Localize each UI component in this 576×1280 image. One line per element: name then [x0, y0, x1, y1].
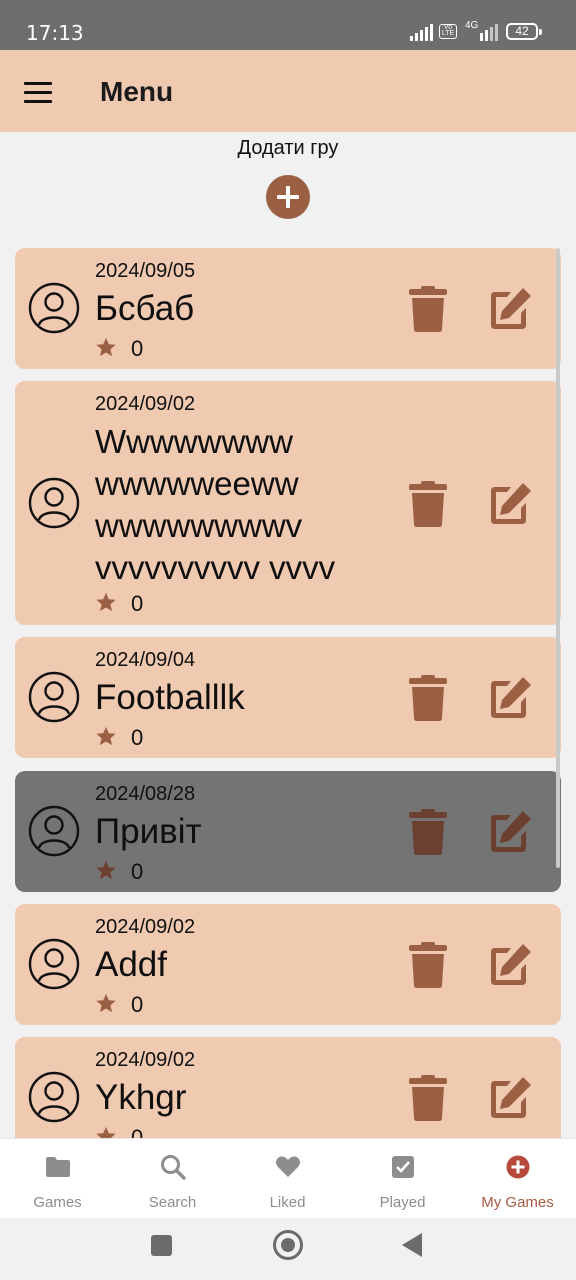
- avatar-icon: [28, 805, 80, 857]
- folder-icon: [46, 1157, 70, 1177]
- add-game-button[interactable]: [266, 175, 310, 219]
- nav-liked-label: Liked: [269, 1194, 306, 1211]
- avatar-icon: [28, 938, 80, 990]
- nav-games[interactable]: Games: [0, 1139, 115, 1219]
- game-date: 2024/09/05: [95, 260, 196, 282]
- status-bar: 17:13 Vo LTE 4G 42: [0, 0, 576, 50]
- avatar-icon: [28, 477, 80, 529]
- bottom-navigation: Games Search Liked Played My Games: [0, 1138, 576, 1218]
- game-name: Ykhgr: [95, 1078, 187, 1117]
- edit-icon[interactable]: [487, 809, 533, 855]
- star-icon: [96, 860, 116, 880]
- trash-icon[interactable]: [407, 675, 449, 721]
- plus-circle-icon: [506, 1155, 530, 1179]
- star-icon: [96, 592, 116, 612]
- list-scrollbar[interactable]: [556, 248, 560, 868]
- game-date: 2024/09/02: [95, 916, 196, 938]
- page-title: Menu: [100, 76, 174, 107]
- rating-value: 0: [131, 725, 144, 750]
- nav-my-games-label: My Games: [481, 1194, 554, 1211]
- search-icon: [161, 1155, 186, 1180]
- game-name: Бсбаб: [95, 289, 195, 328]
- trash-icon[interactable]: [407, 942, 449, 988]
- rating-value: 0: [131, 336, 144, 361]
- game-date: 2024/09/02: [95, 1049, 196, 1071]
- nav-games-label: Games: [33, 1194, 82, 1211]
- game-name: Wwwwwwww wwwwweeww wwwwwwwwv vvvvvvvvvv …: [95, 423, 336, 586]
- game-name: Addf: [95, 945, 167, 984]
- add-game-label: Додати гру: [237, 137, 339, 159]
- star-icon: [96, 726, 116, 746]
- app-bar: Menu: [0, 50, 576, 132]
- edit-icon[interactable]: [487, 942, 533, 988]
- edit-icon[interactable]: [487, 286, 533, 332]
- battery-icon: 42: [506, 23, 542, 40]
- avatar-icon: [28, 1071, 80, 1123]
- game-date: 2024/09/04: [95, 649, 196, 671]
- avatar-icon: [28, 282, 80, 334]
- game-list[interactable]: 2024/09/05 Бсбаб 0 2024/09/02 Wwwwwwww w…: [0, 248, 576, 1138]
- trash-icon[interactable]: [407, 809, 449, 855]
- star-icon: [96, 337, 116, 357]
- game-date: 2024/09/02: [95, 393, 196, 415]
- trash-icon[interactable]: [407, 286, 449, 332]
- back-button[interactable]: [402, 1233, 422, 1257]
- home-button[interactable]: [273, 1230, 303, 1260]
- star-icon: [96, 993, 116, 1013]
- system-navigation-bar: [0, 1218, 576, 1280]
- game-date: 2024/08/28: [95, 783, 196, 805]
- plus-icon: [277, 186, 299, 208]
- hamburger-menu-icon[interactable]: [24, 82, 52, 104]
- edit-icon[interactable]: [487, 675, 533, 721]
- rating-value: 0: [131, 591, 144, 616]
- nav-played[interactable]: Played: [345, 1139, 460, 1219]
- trash-icon[interactable]: [407, 1075, 449, 1121]
- nav-my-games[interactable]: My Games: [460, 1139, 575, 1219]
- nav-search[interactable]: Search: [115, 1139, 230, 1219]
- nav-search-label: Search: [148, 1194, 197, 1211]
- edit-icon[interactable]: [487, 481, 533, 527]
- heart-icon: [276, 1156, 300, 1177]
- checkbox-icon: [392, 1156, 414, 1178]
- volte-icon: Vo LTE: [439, 24, 457, 39]
- game-name: Привіт: [95, 812, 202, 851]
- signal-icon: [410, 24, 433, 41]
- nav-played-label: Played: [379, 1194, 426, 1211]
- game-card-selected[interactable]: 2024/08/28 Привіт 0: [15, 771, 561, 892]
- game-card[interactable]: 2024/09/02 Wwwwwwww wwwwweeww wwwwwwwwv …: [15, 381, 561, 625]
- rating-value: 0: [131, 1125, 144, 1138]
- game-card[interactable]: 2024/09/05 Бсбаб 0: [15, 248, 561, 369]
- rating-value: 0: [131, 859, 144, 884]
- status-time: 17:13: [26, 21, 84, 45]
- game-card[interactable]: 2024/09/02 Addf 0: [15, 904, 561, 1025]
- game-card[interactable]: 2024/09/04 Footballlk 0: [15, 637, 561, 758]
- game-card[interactable]: 2024/09/02 Ykhgr 0: [15, 1037, 561, 1138]
- game-name: Footballlk: [95, 678, 245, 717]
- nav-liked[interactable]: Liked: [230, 1139, 345, 1219]
- star-icon: [96, 1126, 116, 1138]
- rating-value: 0: [131, 992, 144, 1017]
- signal-icon-2: [480, 24, 498, 41]
- avatar-icon: [28, 671, 80, 723]
- recent-apps-button[interactable]: [151, 1235, 172, 1256]
- edit-icon[interactable]: [487, 1075, 533, 1121]
- trash-icon[interactable]: [407, 481, 449, 527]
